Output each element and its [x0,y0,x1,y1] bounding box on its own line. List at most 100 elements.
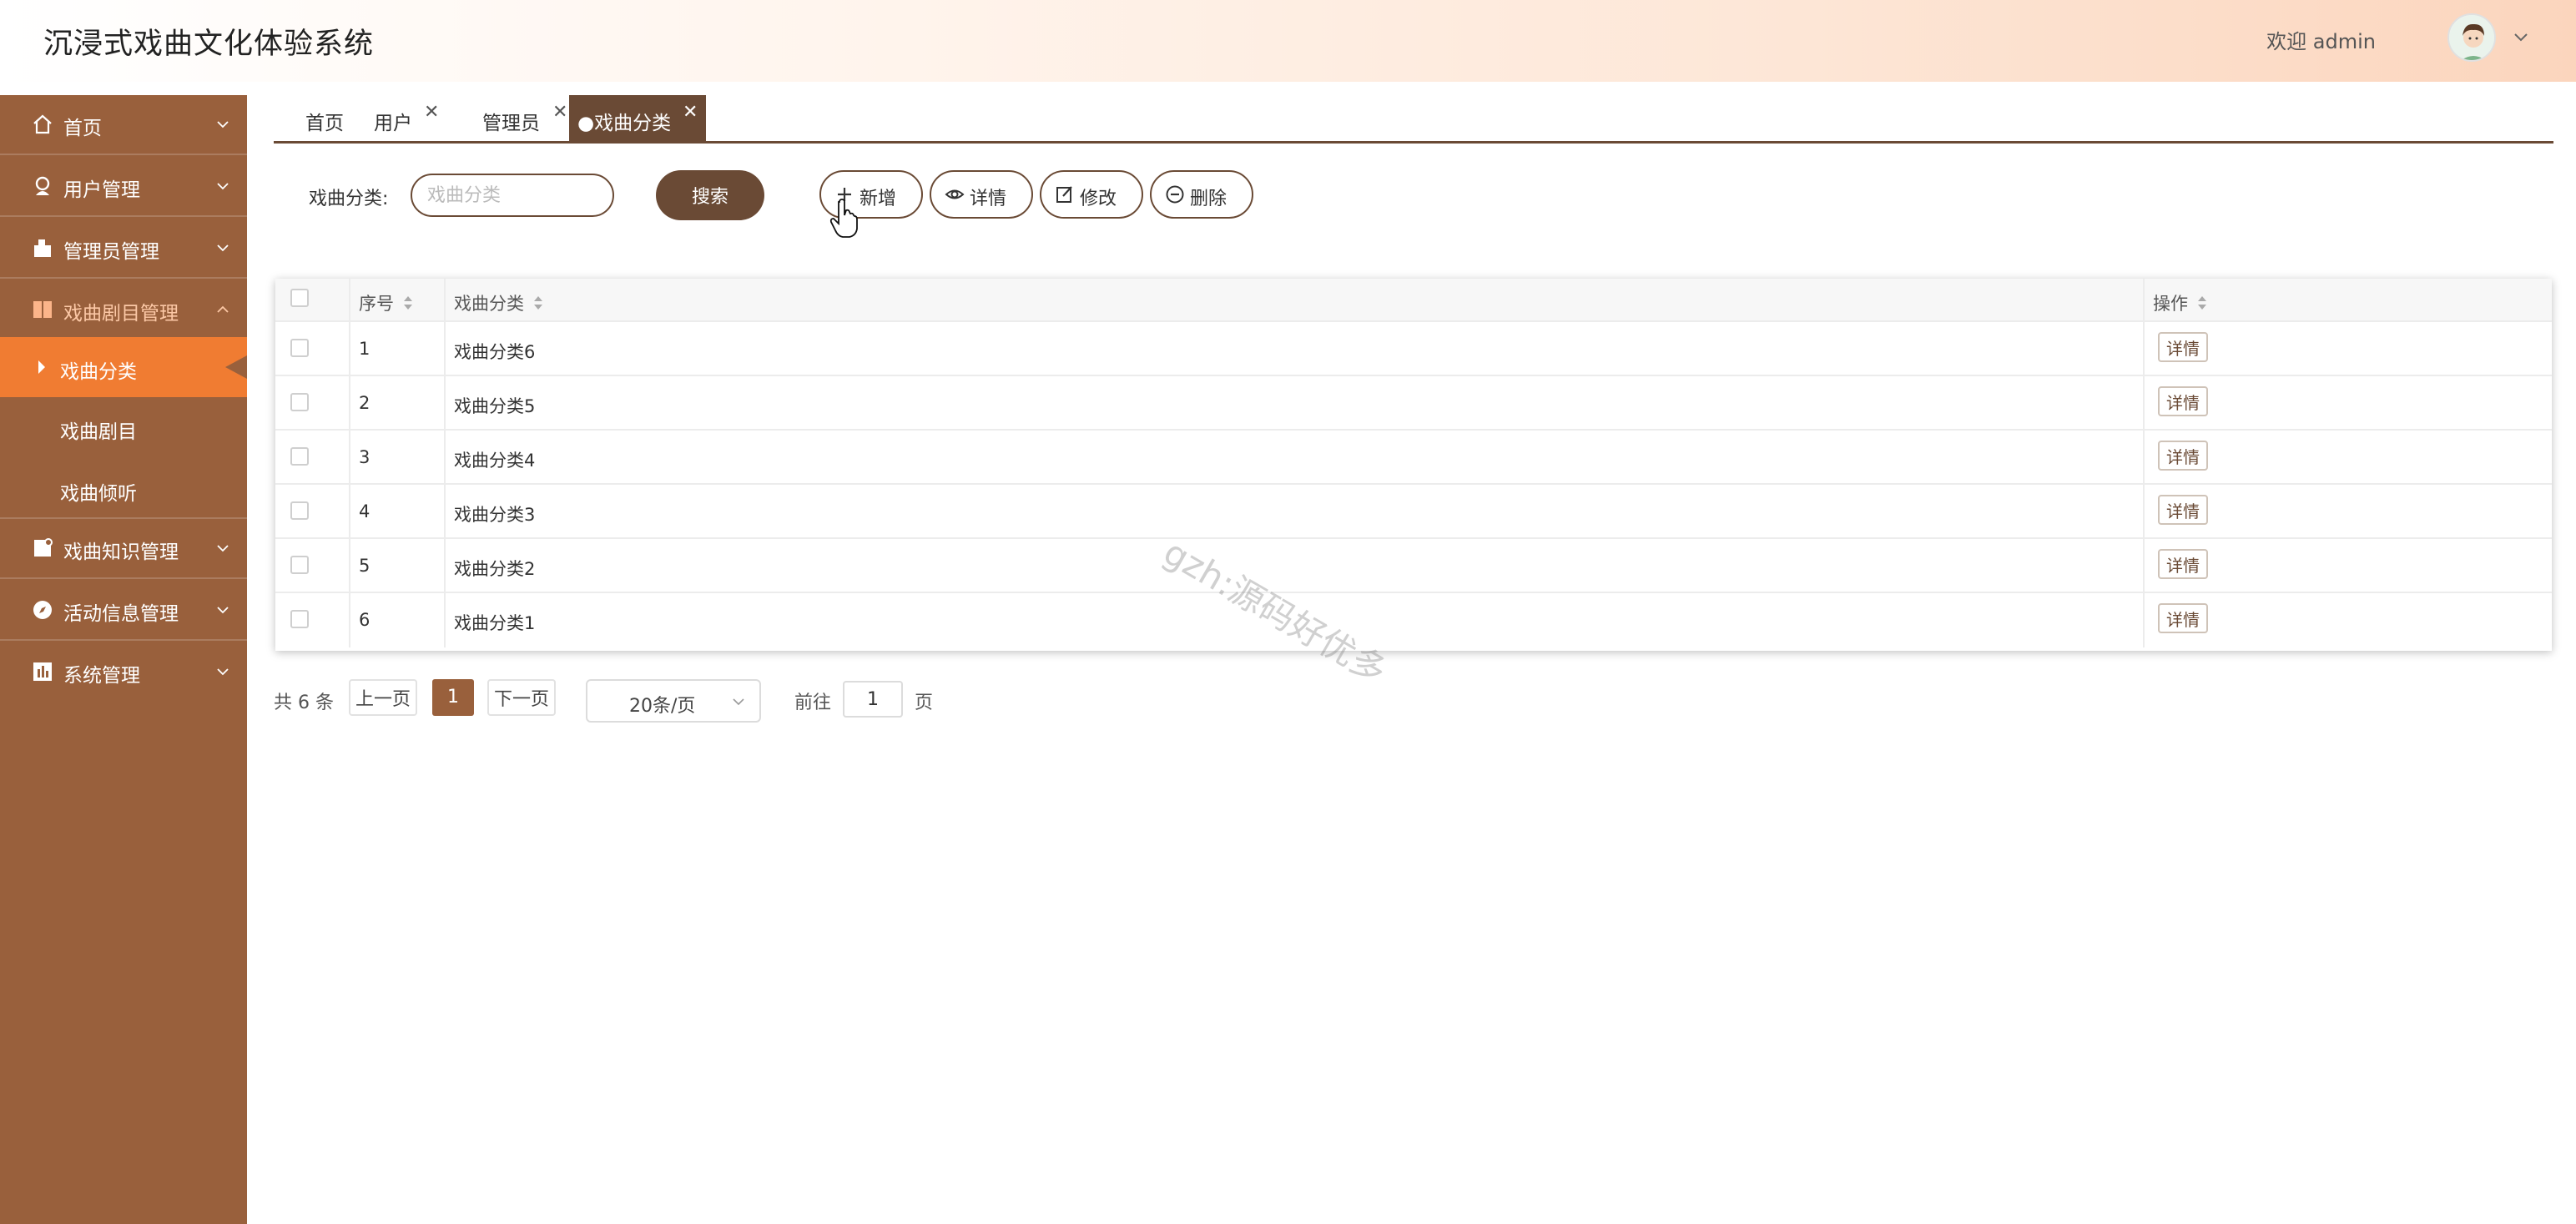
select-all-cell [275,279,350,320]
search-input[interactable] [411,174,614,217]
admin-icon [34,239,51,257]
home-icon [33,114,52,134]
table-row[interactable]: 3 戏曲分类4 详情 [275,431,2552,485]
sidebar-item-system[interactable]: 系统管理 [0,642,247,699]
chevron-down-icon [217,668,229,676]
tab-label: ●戏曲分类 [577,113,672,134]
row-detail-button[interactable]: 详情 [2158,441,2208,471]
pagination: 共 6 条 上一页 1 下一页 20条/页 前往 页 [274,679,1025,723]
detail-button[interactable]: 详情 [930,170,1033,219]
tab-users[interactable]: 用户 ✕ [357,95,457,142]
sidebar-item-home[interactable]: 首页 [0,95,247,152]
row-checkbox[interactable] [290,501,309,520]
row-category: 戏曲分类6 [454,342,536,362]
next-page-button[interactable]: 下一页 [487,679,556,716]
chart-icon [33,662,52,681]
sort-icon[interactable] [402,294,414,312]
chevron-down-icon [733,698,744,706]
tab-home[interactable]: 首页 [274,95,344,142]
tab-label: 首页 [305,113,344,134]
sidebar-subitem-opera-repertoire[interactable]: 戏曲剧目 [0,397,247,457]
sidebar-item-label: 戏曲剧目 [60,421,137,443]
column-label: 戏曲分类 [454,294,524,314]
sidebar-subitem-opera-listening[interactable]: 戏曲倾听 [0,459,247,519]
select-all-checkbox[interactable] [290,289,309,307]
welcome-text: 欢迎 admin [2266,30,2376,53]
row-checkbox[interactable] [290,447,309,466]
page-suffix: 页 [915,693,934,713]
sidebar-item-opera-repertoire[interactable]: 戏曲剧目管理 [0,280,247,337]
user-icon [35,176,50,195]
sidebar-item-activities[interactable]: 活动信息管理 [0,581,247,637]
avatar-face-icon [2449,15,2494,60]
sort-icon[interactable] [532,294,544,312]
sidebar-item-label: 用户管理 [63,179,140,201]
row-detail-button[interactable]: 详情 [2158,495,2208,525]
search-button[interactable]: 搜索 [656,170,764,220]
table-row[interactable]: 6 戏曲分类1 详情 [275,593,2552,647]
row-category: 戏曲分类3 [454,505,536,525]
sidebar: 首页 用户管理 管理员管理 戏曲剧目管理 戏曲分类 戏曲剧目 戏曲倾听 戏曲知识… [0,95,247,1224]
row-index: 1 [359,339,371,359]
close-icon[interactable]: ✕ [552,102,567,123]
chevron-down-icon [217,607,229,614]
top-header: 沉浸式戏曲文化体验系统 欢迎 admin [0,0,2576,82]
button-label: 详情 [970,189,1007,209]
page-size-select[interactable]: 20条/页 [586,679,761,723]
table-row[interactable]: 1 戏曲分类6 详情 [275,322,2552,376]
prev-page-button[interactable]: 上一页 [349,679,417,716]
sidebar-item-admins[interactable]: 管理员管理 [0,219,247,275]
sidebar-item-opera-knowledge[interactable]: 戏曲知识管理 [0,519,247,576]
row-checkbox[interactable] [290,339,309,357]
tab-admins[interactable]: 管理员 ✕ [457,95,571,142]
column-label: 操作 [2153,294,2188,314]
compass-icon [33,601,52,619]
button-label: 修改 [1080,189,1117,209]
book-icon [33,301,52,318]
close-icon[interactable]: ✕ [424,102,439,123]
row-detail-button[interactable]: 详情 [2158,603,2208,633]
row-index: 4 [359,501,371,521]
tab-bar: 首页 用户 ✕ 管理员 ✕ ●戏曲分类 ✕ [274,95,2553,144]
row-detail-button[interactable]: 详情 [2158,549,2208,579]
hand-cursor-icon [829,199,858,238]
sidebar-item-label: 戏曲知识管理 [63,541,179,563]
column-header-category[interactable]: 戏曲分类 [446,279,2145,320]
sidebar-item-label: 戏曲分类 [60,361,137,383]
avatar[interactable] [2447,13,2496,62]
row-checkbox[interactable] [290,610,309,628]
chevron-down-icon[interactable] [2513,28,2529,45]
data-table: 序号 戏曲分类 操作 1 戏曲分类6 详情 2 戏曲分类5 详情 3 戏曲分类4… [275,279,2552,651]
sidebar-item-label: 戏曲剧目管理 [63,303,179,325]
table-row[interactable]: 2 戏曲分类5 详情 [275,376,2552,431]
column-header-index[interactable]: 序号 [350,279,446,320]
edit-button[interactable]: 修改 [1040,170,1143,219]
button-label: 删除 [1190,189,1228,209]
button-label: 新增 [860,189,897,209]
eye-icon [945,189,965,199]
table-row[interactable]: 4 戏曲分类3 详情 [275,485,2552,539]
delete-button[interactable]: 删除 [1150,170,1253,219]
sidebar-item-users[interactable]: 用户管理 [0,157,247,214]
row-index: 6 [359,610,371,630]
sidebar-item-label: 戏曲倾听 [60,483,137,505]
row-checkbox[interactable] [290,556,309,574]
minus-circle-icon [1166,185,1184,204]
caret-right-icon [38,360,45,374]
note-icon [34,538,53,557]
row-index: 3 [359,447,371,467]
tab-opera-category[interactable]: ●戏曲分类 ✕ [569,95,706,142]
row-category: 戏曲分类1 [454,613,536,633]
row-checkbox[interactable] [290,393,309,411]
goto-page-input[interactable] [843,681,903,718]
row-detail-button[interactable]: 详情 [2158,386,2208,416]
row-detail-button[interactable]: 详情 [2158,332,2208,362]
current-page[interactable]: 1 [432,679,474,716]
column-header-actions[interactable]: 操作 [2145,279,2552,320]
row-index: 5 [359,556,371,576]
table-row[interactable]: 5 戏曲分类2 详情 [275,539,2552,593]
sidebar-subitem-opera-category[interactable]: 戏曲分类 [0,337,247,397]
sort-icon[interactable] [2196,294,2208,312]
close-icon[interactable]: ✕ [683,102,698,123]
row-index: 2 [359,393,371,413]
